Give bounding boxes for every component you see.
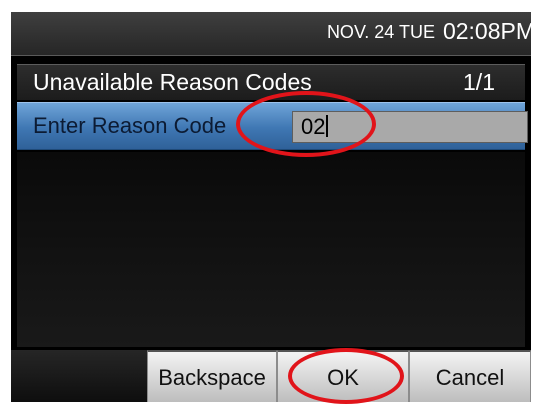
status-bar: NOV. 24 TUE 02:08PM xyxy=(11,12,531,56)
text-cursor xyxy=(326,115,329,137)
empty-list-area xyxy=(17,152,525,347)
softkey-empty xyxy=(11,350,147,402)
softkey-bar: Backspace OK Cancel xyxy=(11,350,531,402)
screen-title: Unavailable Reason Codes xyxy=(33,69,312,95)
backspace-softkey[interactable]: Backspace xyxy=(147,350,277,402)
reason-code-input[interactable]: 02 xyxy=(292,111,528,143)
phone-screen: NOV. 24 TUE 02:08PM Unavailable Reason C… xyxy=(11,12,531,402)
reason-code-row[interactable]: Enter Reason Code 02 xyxy=(17,102,528,150)
status-date: NOV. 24 TUE xyxy=(326,22,435,42)
reason-code-value: 02 xyxy=(301,114,326,139)
status-time: 02:08PM xyxy=(442,18,531,44)
page-indicator: 1/1 xyxy=(463,69,495,95)
ok-softkey[interactable]: OK xyxy=(277,350,409,402)
reason-code-label: Enter Reason Code xyxy=(33,113,227,138)
cancel-softkey[interactable]: Cancel xyxy=(409,350,531,402)
screen-title-row: Unavailable Reason Codes 1/1 xyxy=(17,64,525,100)
